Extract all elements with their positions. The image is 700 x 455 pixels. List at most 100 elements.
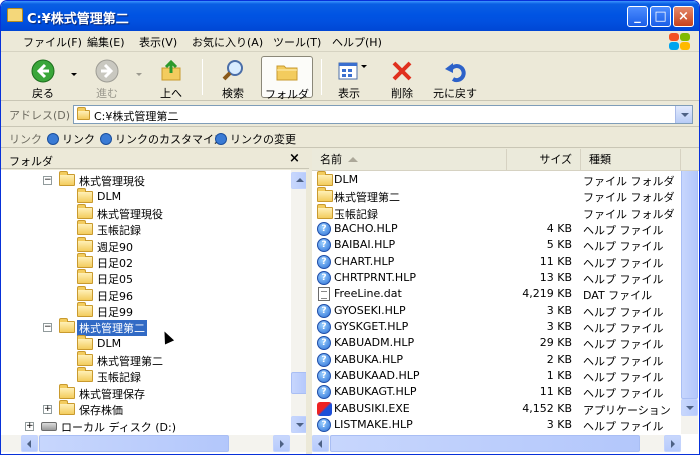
- list-item[interactable]: ? KABUKAAD.HLP 1 KB ヘルプ ファイル: [312, 368, 682, 384]
- list-item[interactable]: ? KABUADM.HLP 29 KB ヘルプ ファイル: [312, 335, 682, 351]
- list-item[interactable]: ? GYOSEKI.HLP 3 KB ヘルプ ファイル: [312, 303, 682, 319]
- up-button[interactable]: 上へ: [149, 56, 193, 100]
- list-item[interactable]: ? CHRTPRNT.HLP 13 KB ヘルプ ファイル: [312, 270, 682, 286]
- scroll-right-button[interactable]: [273, 435, 290, 452]
- list-horizontal-scrollbar[interactable]: [312, 435, 681, 452]
- list-item[interactable]: ? KABUKA.HLP 2 KB ヘルプ ファイル: [312, 352, 682, 368]
- scroll-thumb[interactable]: [681, 171, 698, 399]
- list-item[interactable]: 株式管理第二 ファイル フォルダ: [312, 187, 682, 204]
- folder-icon: [77, 237, 93, 252]
- search-button[interactable]: 検索: [209, 56, 257, 100]
- link-item-customize[interactable]: リンクのカスタマイズ: [100, 131, 225, 147]
- folders-button[interactable]: フォルダ: [261, 56, 313, 101]
- link-item-change[interactable]: リンクの変更: [215, 131, 296, 147]
- expand-toggle[interactable]: +: [43, 405, 52, 414]
- expand-toggle[interactable]: +: [25, 422, 34, 431]
- help-file-icon: ?: [317, 353, 331, 367]
- file-list-header: 名前 サイズ 種類: [312, 149, 699, 171]
- tree-vertical-scrollbar[interactable]: [291, 170, 306, 433]
- list-item[interactable]: ? LISTMAKE.HLP 3 KB ヘルプ ファイル: [312, 417, 682, 433]
- back-button[interactable]: 戻る: [19, 56, 67, 100]
- ie-icon: [215, 133, 227, 145]
- list-item[interactable]: DLM ファイル フォルダ: [312, 171, 682, 188]
- scroll-down-button[interactable]: [291, 416, 306, 433]
- list-item[interactable]: ? BAIBAI.HLP 5 KB ヘルプ ファイル: [312, 237, 682, 253]
- menu-view[interactable]: 表示(V): [139, 34, 177, 50]
- column-header-name[interactable]: 名前: [312, 149, 507, 170]
- forward-button[interactable]: 進む: [83, 56, 131, 100]
- column-header-size[interactable]: サイズ: [507, 149, 581, 170]
- help-file-icon: ?: [317, 418, 331, 432]
- forward-dropdown[interactable]: [136, 73, 142, 76]
- help-file-icon: ?: [317, 336, 331, 350]
- scroll-down-button[interactable]: [681, 399, 698, 416]
- folder-icon: [59, 318, 75, 333]
- help-file-icon: ?: [317, 222, 331, 236]
- application-icon: [317, 402, 332, 416]
- list-item[interactable]: ? GYSKGET.HLP 3 KB ヘルプ ファイル: [312, 319, 682, 335]
- folder-icon: [77, 367, 93, 382]
- folder-pane-close-button[interactable]: ×: [289, 151, 300, 166]
- menu-bar: ファイル(F) 編集(E) 表示(V) お気に入り(A) ツール(T) ヘルプ(…: [1, 31, 699, 52]
- menu-edit[interactable]: 編集(E): [87, 34, 125, 50]
- standard-toolbar: 戻る 進む 上へ 検索 フォルダ 表示 削除 元に戻す: [1, 53, 699, 101]
- link-item-links[interactable]: リンク: [47, 131, 95, 147]
- scroll-thumb[interactable]: [330, 435, 640, 452]
- address-label: アドレス(D): [9, 109, 71, 122]
- list-item[interactable]: ? KABUKAGT.HLP 11 KB ヘルプ ファイル: [312, 384, 682, 400]
- delete-button[interactable]: 削除: [381, 56, 423, 100]
- folders-icon: [276, 65, 298, 81]
- help-file-icon: ?: [317, 385, 331, 399]
- collapse-toggle[interactable]: −: [43, 323, 52, 332]
- folder-icon: [77, 204, 93, 219]
- menu-file[interactable]: ファイル(F): [23, 34, 82, 50]
- views-button[interactable]: 表示: [327, 56, 371, 100]
- folder-up-icon: [161, 59, 181, 81]
- list-vertical-scrollbar[interactable]: [681, 171, 698, 434]
- scroll-right-button[interactable]: [664, 435, 681, 452]
- close-button[interactable]: ×: [673, 6, 694, 27]
- undo-button[interactable]: 元に戻す: [429, 56, 481, 100]
- collapse-toggle[interactable]: −: [43, 176, 52, 185]
- scroll-left-button[interactable]: [21, 435, 38, 452]
- folder-icon: [77, 188, 93, 203]
- scroll-left-button[interactable]: [312, 435, 329, 452]
- list-item[interactable]: ? CHART.HLP 11 KB ヘルプ ファイル: [312, 254, 682, 270]
- folder-icon: [317, 187, 333, 202]
- title-bar[interactable]: C:¥株式管理第二 _ □ ×: [1, 1, 699, 31]
- scroll-up-button[interactable]: [291, 172, 306, 189]
- views-icon: [338, 62, 358, 80]
- menu-favorites[interactable]: お気に入り(A): [192, 34, 263, 50]
- ie-icon: [47, 133, 59, 145]
- folder-icon: [59, 171, 75, 186]
- list-item[interactable]: KABUSIKI.EXE 4,152 KB アプリケーション: [312, 401, 682, 417]
- window-title: C:¥株式管理第二: [27, 12, 129, 27]
- links-label: リンク: [9, 133, 42, 146]
- minimize-button[interactable]: _: [627, 6, 648, 27]
- list-item[interactable]: 玉帳記録 ファイル フォルダ: [312, 204, 682, 221]
- column-header-type[interactable]: 種類: [581, 149, 681, 170]
- folder-icon: [7, 8, 23, 22]
- windows-logo-icon: [667, 32, 693, 51]
- list-item[interactable]: ? BACHO.HLP 4 KB ヘルプ ファイル: [312, 221, 682, 237]
- folder-icon: [317, 171, 333, 186]
- help-file-icon: ?: [317, 304, 331, 318]
- file-list: DLM ファイル フォルダ 株式管理第二 ファイル フォルダ 玉帳記録 ファイル…: [312, 171, 699, 454]
- scroll-thumb[interactable]: [39, 435, 229, 452]
- address-input[interactable]: C:¥株式管理第二: [73, 105, 693, 124]
- address-dropdown-button[interactable]: [675, 106, 692, 123]
- tree-horizontal-scrollbar[interactable]: [1, 435, 306, 452]
- help-file-icon: ?: [317, 369, 331, 383]
- views-dropdown[interactable]: [361, 65, 367, 68]
- menu-tools[interactable]: ツール(T): [273, 34, 321, 50]
- back-dropdown[interactable]: [71, 73, 77, 76]
- folder-icon: [77, 351, 93, 366]
- folder-icon: [77, 220, 93, 235]
- toolbar-separator: [321, 59, 322, 95]
- scroll-thumb[interactable]: [291, 372, 306, 394]
- data-file-icon: [318, 287, 330, 301]
- list-item[interactable]: FreeLine.dat 4,219 KB DAT ファイル: [312, 286, 682, 302]
- menu-help[interactable]: ヘルプ(H): [332, 34, 382, 50]
- maximize-button[interactable]: □: [650, 6, 671, 27]
- back-arrow-icon: [31, 59, 55, 83]
